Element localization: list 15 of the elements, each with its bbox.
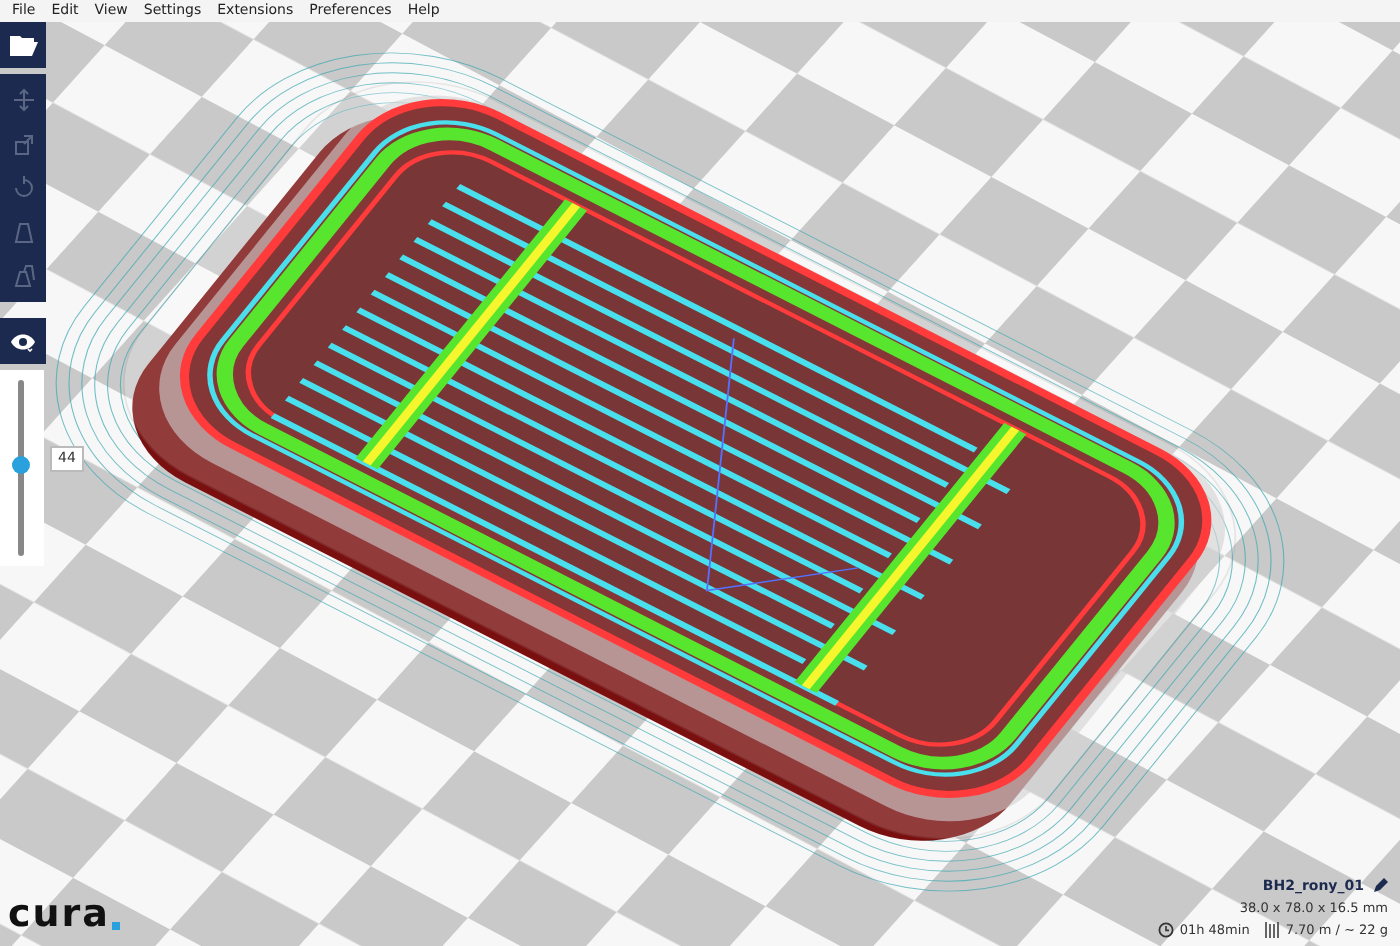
stacked-models-icon [11,264,35,288]
eye-icon [10,331,36,351]
layer-slider[interactable] [18,380,24,556]
view-mode-button[interactable] [0,318,46,364]
open-file-button[interactable] [0,22,46,68]
move-icon [11,88,35,112]
slider-thumb[interactable] [12,455,30,474]
scale-icon [11,132,35,156]
filament-icon [1263,922,1280,938]
folder-icon [9,34,37,56]
logo-text: cura [8,896,110,934]
rotate-icon [11,176,35,200]
clock-icon [1157,922,1174,938]
pencil-icon[interactable] [1372,878,1388,894]
mirror-icon [11,220,35,244]
